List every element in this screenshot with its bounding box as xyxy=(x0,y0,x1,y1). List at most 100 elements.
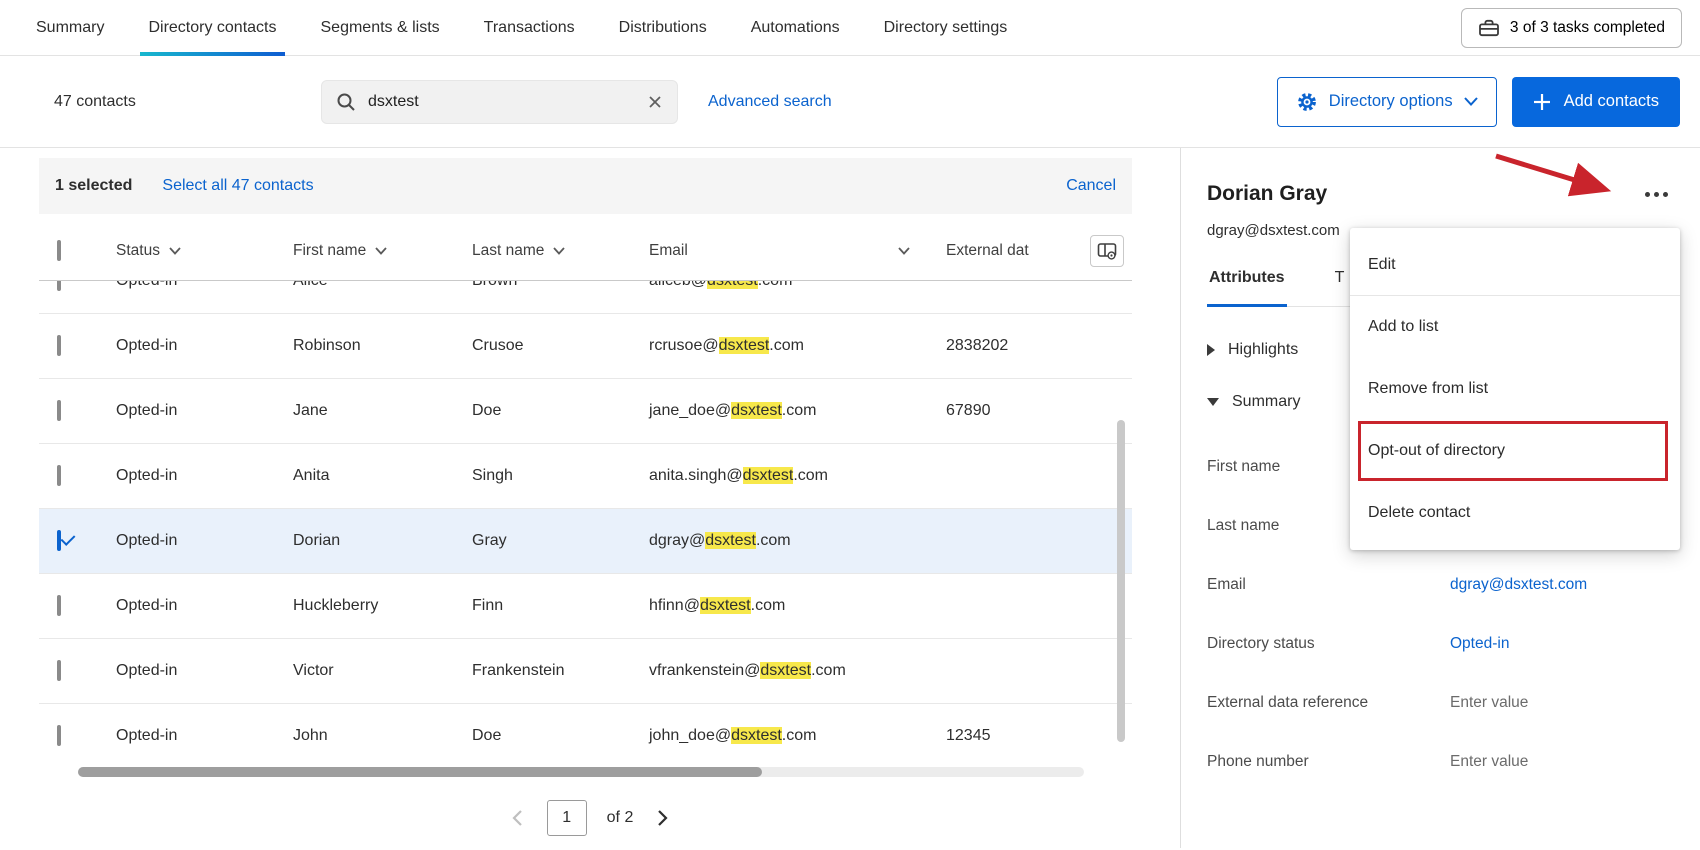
directory-options-button[interactable]: Directory options xyxy=(1276,76,1497,127)
column-header-last-name[interactable]: Last name xyxy=(454,242,631,260)
tasks-completed-button[interactable]: 3 of 3 tasks completed xyxy=(1460,7,1682,48)
previous-page-button[interactable] xyxy=(507,805,527,831)
cell-status: Opted-in xyxy=(116,402,178,419)
column-header-first-name[interactable]: First name xyxy=(275,242,454,260)
cell-first-name: Anita xyxy=(293,467,330,484)
cell-email: aliceb@dsxtest.com xyxy=(631,281,928,290)
table-row[interactable]: Opted-in Jane Doe jane_doe@dsxtest.com 6… xyxy=(39,379,1132,444)
chevron-down-icon xyxy=(898,246,910,255)
cell-external-data: 2838202 xyxy=(946,337,1009,354)
row-checkbox[interactable] xyxy=(57,400,61,421)
next-page-button[interactable] xyxy=(653,805,673,831)
plus-icon xyxy=(1533,93,1551,111)
chevron-down-icon xyxy=(169,246,181,255)
toolbar-actions: Directory options Add contacts xyxy=(1276,76,1680,127)
menu-item-remove-from-list[interactable]: Remove from list xyxy=(1350,358,1680,420)
cell-first-name: Victor xyxy=(293,662,334,679)
tasks-completed-label: 3 of 3 tasks completed xyxy=(1509,18,1665,36)
table-row[interactable]: Opted-in Anita Singh anita.singh@dsxtest… xyxy=(39,444,1132,509)
cell-email: john_doe@dsxtest.com xyxy=(649,727,817,744)
search-field[interactable]: dsxtest xyxy=(321,79,678,124)
vertical-scrollbar-thumb[interactable] xyxy=(1117,420,1125,742)
field-value-directory-status[interactable]: Opted-in xyxy=(1450,635,1509,653)
triangle-collapsed-icon xyxy=(1207,344,1215,356)
triangle-expanded-icon xyxy=(1207,398,1219,406)
table-row[interactable]: Opted-in Huckleberry Finn hfinn@dsxtest.… xyxy=(39,574,1132,639)
menu-item-opt-out-of-directory[interactable]: Opt-out of directory xyxy=(1350,420,1680,482)
row-checkbox[interactable] xyxy=(57,465,61,486)
row-checkbox[interactable] xyxy=(57,725,61,746)
add-contacts-button[interactable]: Add contacts xyxy=(1511,76,1680,127)
field-value-email[interactable]: dgray@dsxtest.com xyxy=(1450,576,1587,594)
tab-directory-contacts[interactable]: Directory contacts xyxy=(126,0,298,56)
field-value-external-data[interactable]: Enter value xyxy=(1450,694,1528,712)
table-row[interactable]: Opted-in Victor Frankenstein vfrankenste… xyxy=(39,639,1132,704)
section-summary-label: Summary xyxy=(1232,393,1301,410)
table-row[interactable]: Opted-in Robinson Crusoe rcrusoe@dsxtest… xyxy=(39,314,1132,379)
cell-email: rcrusoe@dsxtest.com xyxy=(649,337,804,354)
field-external-data-reference: External data reference Enter value xyxy=(1207,693,1529,712)
row-checkbox[interactable] xyxy=(57,335,61,356)
cell-last-name: Singh xyxy=(472,467,513,484)
clear-search-icon[interactable] xyxy=(647,94,663,110)
advanced-search-link[interactable]: Advanced search xyxy=(708,93,832,111)
menu-item-edit[interactable]: Edit xyxy=(1350,234,1680,296)
selected-count: 1 selected xyxy=(55,177,133,194)
table-header: Status First name Last name Email Extern… xyxy=(39,221,1132,281)
table-row[interactable]: Opted-in John Doe john_doe@dsxtest.com 1… xyxy=(39,704,1132,759)
tab-automations[interactable]: Automations xyxy=(729,0,862,56)
cancel-selection-link[interactable]: Cancel xyxy=(1066,177,1116,195)
tab-transactions[interactable]: Transactions xyxy=(462,0,597,56)
row-checkbox[interactable] xyxy=(57,660,61,681)
ellipsis-icon xyxy=(1645,192,1650,197)
cell-last-name: Brown xyxy=(454,281,631,290)
current-page-input[interactable]: 1 xyxy=(546,800,587,836)
table-row-selected[interactable]: Opted-in Dorian Gray dgray@dsxtest.com xyxy=(39,509,1132,574)
tab-distributions[interactable]: Distributions xyxy=(597,0,729,56)
horizontal-scrollbar-thumb[interactable] xyxy=(78,767,763,777)
tab-segments-lists[interactable]: Segments & lists xyxy=(299,0,462,56)
chevron-down-icon xyxy=(375,246,387,255)
horizontal-scrollbar[interactable] xyxy=(78,767,1084,777)
row-checkbox[interactable] xyxy=(57,281,61,291)
row-checkbox-checked[interactable] xyxy=(57,530,61,551)
add-contacts-label: Add contacts xyxy=(1563,92,1659,110)
contact-actions-menu-button[interactable] xyxy=(1639,186,1674,203)
cell-first-name: Huckleberry xyxy=(293,597,379,614)
field-value-phone-number[interactable]: Enter value xyxy=(1450,753,1528,771)
column-options-button[interactable] xyxy=(1090,235,1124,267)
select-all-checkbox[interactable] xyxy=(57,239,61,261)
cell-status: Opted-in xyxy=(116,727,178,744)
select-all-link[interactable]: Select all 47 contacts xyxy=(162,177,313,195)
table-rows: Opted-in Alice Brown aliceb@dsxtest.com … xyxy=(39,281,1132,759)
menu-item-delete-contact[interactable]: Delete contact xyxy=(1350,482,1680,544)
cell-status: Opted-in xyxy=(116,597,178,614)
cell-first-name: John xyxy=(293,727,328,744)
chevron-down-icon xyxy=(553,246,566,255)
column-header-email[interactable]: Email xyxy=(631,242,928,260)
contacts-table-pane: 1 selected Select all 47 contacts Cancel… xyxy=(0,148,1180,848)
menu-item-add-to-list[interactable]: Add to list xyxy=(1350,296,1680,358)
briefcase-icon xyxy=(1478,19,1500,37)
table-body: Opted-in Alice Brown aliceb@dsxtest.com … xyxy=(39,281,1132,759)
cell-status: Opted-in xyxy=(116,662,178,679)
contacts-toolbar: 47 contacts dsxtest Advanced search Dire… xyxy=(0,56,1700,148)
search-icon xyxy=(336,92,356,112)
page-count-label: of 2 xyxy=(606,809,634,826)
selection-bar: 1 selected Select all 47 contacts Cancel xyxy=(39,158,1132,214)
cell-last-name: Doe xyxy=(472,402,502,419)
cell-last-name: Doe xyxy=(472,727,502,744)
field-email: Email dgray@dsxtest.com xyxy=(1207,575,1588,594)
tab-summary[interactable]: Summary xyxy=(14,0,126,56)
cell-email: vfrankenstein@dsxtest.com xyxy=(649,662,846,679)
ellipsis-icon xyxy=(1663,192,1668,197)
cell-email: dgray@dsxtest.com xyxy=(649,532,791,549)
table-row[interactable]: Opted-in Alice Brown aliceb@dsxtest.com xyxy=(39,281,1132,314)
row-checkbox[interactable] xyxy=(57,595,61,616)
tab-attributes[interactable]: Attributes xyxy=(1207,269,1287,307)
tab-directory-settings[interactable]: Directory settings xyxy=(862,0,1030,56)
contacts-count: 47 contacts xyxy=(54,92,136,110)
tab-truncated[interactable]: T xyxy=(1333,269,1347,306)
column-header-status[interactable]: Status xyxy=(98,242,275,260)
search-input[interactable]: dsxtest xyxy=(368,93,635,111)
